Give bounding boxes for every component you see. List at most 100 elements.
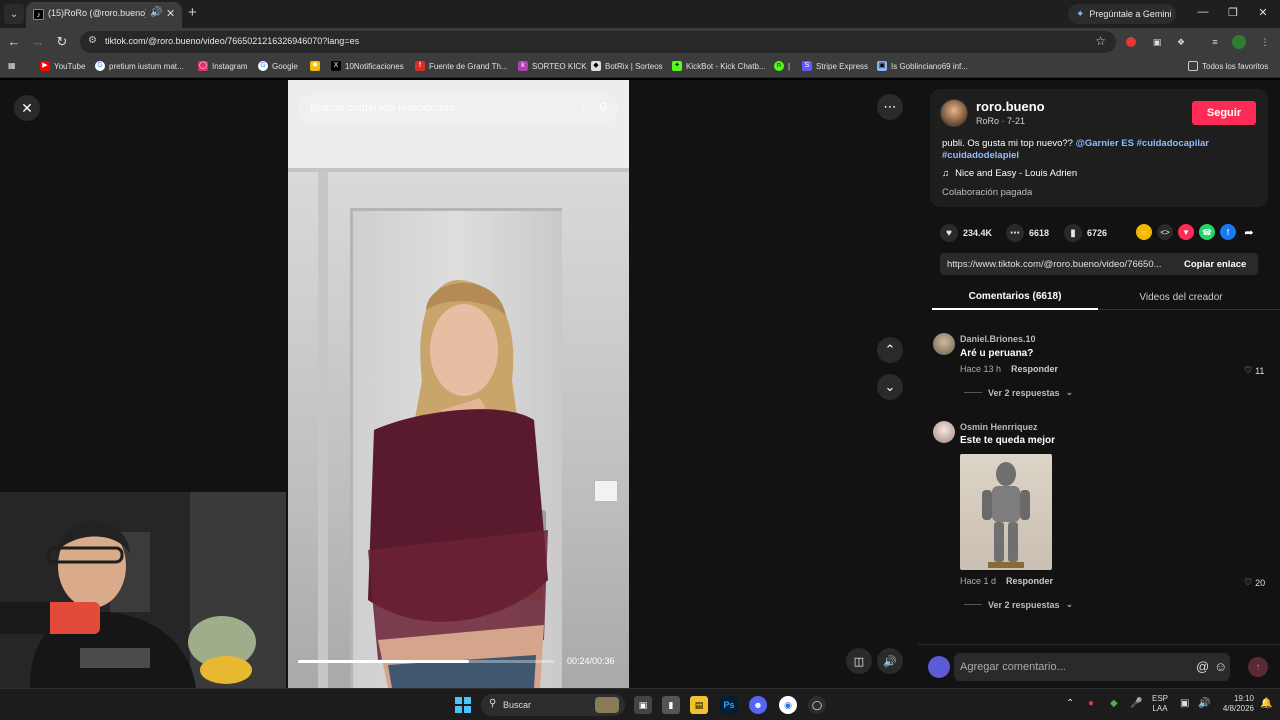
comment-author[interactable]: Daniel.Briones.10 [960, 334, 1036, 344]
tab-creator-videos[interactable]: Videos del creador [1098, 284, 1264, 310]
next-video-button[interactable]: ⌄ [877, 374, 903, 400]
comment-author[interactable]: Osmin Henrriquez [960, 422, 1038, 432]
commenter-avatar[interactable] [933, 333, 955, 355]
search-icon[interactable]: ⚲ [598, 100, 608, 116]
bookmark-sorteo-kick[interactable]: k SORTEO KICK [518, 61, 587, 71]
comment-like-button[interactable]: ♡ 20 [1244, 577, 1265, 588]
emoji-icon[interactable]: ☺ [1214, 659, 1227, 674]
extension-card-icon[interactable]: ▣ [1150, 35, 1164, 49]
comment-button[interactable]: ⋯ 6618 [1006, 224, 1049, 242]
previous-video-button[interactable]: ⌃ [877, 337, 903, 363]
user-avatar[interactable] [928, 656, 950, 678]
forward-button[interactable]: → [30, 34, 46, 50]
profile-avatar[interactable] [1232, 35, 1246, 49]
extension-red-icon[interactable] [1126, 37, 1136, 47]
tray-app-icon[interactable]: ● [1088, 698, 1094, 709]
caption-tag-cuidadodelapiel[interactable]: #cuidadodelapiel [942, 150, 1019, 161]
comment-input[interactable]: Agregar comentario... @ ☺ [954, 653, 1230, 681]
video-progress-bar[interactable] [298, 660, 554, 663]
commenter-avatar[interactable] [933, 421, 955, 443]
photoshop-icon[interactable]: Ps [720, 696, 738, 714]
share-link-url[interactable]: https://www.tiktok.com/@roro.bueno/video… [947, 259, 1177, 270]
whatsapp-icon[interactable]: ☎ [1199, 224, 1215, 240]
clock[interactable]: 19:10 4/8/2026 [1222, 694, 1254, 714]
bookmark-notificaciones[interactable]: X 10Notificaciones [331, 61, 404, 71]
more-options-button[interactable]: ⋯ [877, 94, 903, 120]
tray-shield-icon[interactable]: ◆ [1110, 698, 1118, 709]
reply-button[interactable]: Responder [1006, 576, 1053, 586]
url-text[interactable]: tiktok.com/@roro.bueno/video/76650212163… [105, 36, 359, 46]
volume-icon[interactable]: 🔊 [877, 648, 903, 674]
app-icon[interactable]: ▮ [662, 696, 680, 714]
close-window-button[interactable]: ✕ [1256, 6, 1270, 19]
file-explorer-icon[interactable]: ▤ [690, 696, 708, 714]
back-button[interactable]: ← [6, 34, 22, 50]
bookmark-kick-green[interactable]: n | [774, 61, 790, 71]
bookmark-goblinciano[interactable]: ▣ Is Goblinciano69 inf... [877, 61, 968, 71]
network-icon[interactable]: ▣ [1180, 698, 1189, 709]
copy-link-button[interactable]: Copiar enlace [1184, 259, 1246, 270]
view-replies-button[interactable]: Ver 2 respuestas ⌄ [964, 599, 1073, 610]
app-red-dot-icon[interactable]: ◯ [808, 696, 826, 714]
apps-grid-icon[interactable]: ▦ [8, 61, 16, 70]
language-indicator[interactable]: ESP LAA [1152, 694, 1168, 714]
bookmark-fuente[interactable]: f Fuente de Grand Th... [415, 61, 508, 71]
reload-button[interactable]: ↻ [54, 34, 70, 50]
comment-like-button[interactable]: ♡ 11 [1244, 365, 1264, 376]
all-bookmarks-folder[interactable]: Todos los favoritos [1188, 61, 1268, 71]
facebook-icon[interactable]: f [1220, 224, 1236, 240]
volume-icon[interactable]: 🔊 [1198, 698, 1210, 709]
close-video-button[interactable]: ✕ [14, 95, 40, 121]
creator-username[interactable]: roro.bueno [976, 99, 1045, 114]
mini-player-icon[interactable]: ◫ [846, 648, 872, 674]
creator-avatar[interactable] [940, 99, 968, 127]
music-link[interactable]: ♫ Nice and Easy - Louis Adrien [942, 168, 1077, 179]
tab-search-button[interactable]: ⌄ [4, 4, 24, 24]
comment-image-armor[interactable] [960, 454, 1052, 570]
save-button[interactable]: ▮ 6726 [1064, 224, 1107, 242]
share-repost-icon[interactable]: ○ [1136, 224, 1152, 240]
bookmark-pretium[interactable]: Gpretium iustum mat... [95, 61, 184, 71]
taskbar-search[interactable]: ⚲ Buscar [481, 694, 625, 716]
send-icon[interactable]: ▼ [1178, 224, 1194, 240]
task-view-icon[interactable]: ▣ [634, 696, 652, 714]
discord-icon[interactable]: ☻ [749, 696, 767, 714]
close-tab-icon[interactable]: ✕ [166, 7, 175, 20]
chrome-icon[interactable]: ◉ [779, 696, 797, 714]
reading-list-icon[interactable]: ≡ [1208, 35, 1222, 49]
speaker-icon[interactable]: 🔊 [150, 7, 162, 18]
post-comment-button[interactable]: ↑ [1248, 657, 1268, 677]
bookmark-instagram[interactable]: ◯ Instagram [198, 61, 248, 71]
embed-code-icon[interactable]: <> [1157, 224, 1173, 240]
restore-button[interactable]: ❐ [1226, 6, 1240, 19]
notification-bell-icon[interactable]: 🔔 [1260, 698, 1272, 709]
bookmark-pinwheel[interactable]: ✸ [310, 61, 320, 71]
bookmark-youtube[interactable]: ▶ YouTube [40, 61, 85, 71]
like-button[interactable]: ♥ 234.4K [940, 224, 992, 242]
reply-button[interactable]: Responder [1011, 364, 1058, 374]
address-bar[interactable]: ⚙ tiktok.com/@roro.bueno/video/766502121… [80, 31, 1116, 53]
video-player[interactable]: Buscar contenido relacionado ⚲ 00:24/00:… [288, 80, 629, 688]
mention-icon[interactable]: @ [1196, 659, 1209, 674]
bookmark-kickbot[interactable]: ✦ KickBot - Kick Chatb... [672, 61, 766, 71]
active-tab[interactable]: ♪ (15)RoRo (@roro.bueno) | T 🔊 ✕ [26, 2, 182, 28]
site-info-icon[interactable]: ⚙ [88, 35, 97, 46]
caption-tag-garnier[interactable]: @Garnier ES [1076, 138, 1134, 149]
ask-gemini-button[interactable]: ✦ Pregúntale a Gemini [1068, 4, 1176, 24]
bookmark-stripe[interactable]: S Stripe Express [802, 61, 868, 71]
extensions-puzzle-icon[interactable]: ❖ [1174, 35, 1188, 49]
bookmark-botrix[interactable]: ◆ BotRix | Sorteos [591, 61, 663, 71]
share-arrow-icon[interactable]: ➦ [1241, 224, 1257, 240]
view-replies-button[interactable]: Ver 2 respuestas ⌄ [964, 387, 1073, 398]
minimize-button[interactable]: — [1196, 6, 1210, 18]
tray-overflow-icon[interactable]: ⌃ [1066, 698, 1074, 709]
tab-comments[interactable]: Comentarios (6618) [932, 284, 1098, 310]
windows-start-icon[interactable] [455, 697, 471, 713]
new-tab-button[interactable]: + [188, 5, 197, 21]
chrome-menu-icon[interactable]: ⋮ [1258, 35, 1272, 49]
microphone-icon[interactable]: 🎤 [1130, 698, 1142, 709]
follow-button[interactable]: Seguir [1192, 101, 1256, 125]
bookmark-star-icon[interactable]: ☆ [1095, 34, 1106, 48]
related-search-box[interactable]: Buscar contenido relacionado ⚲ [298, 94, 618, 124]
caption-tag-cuidadocapilar[interactable]: #cuidadocapilar [1137, 138, 1209, 149]
